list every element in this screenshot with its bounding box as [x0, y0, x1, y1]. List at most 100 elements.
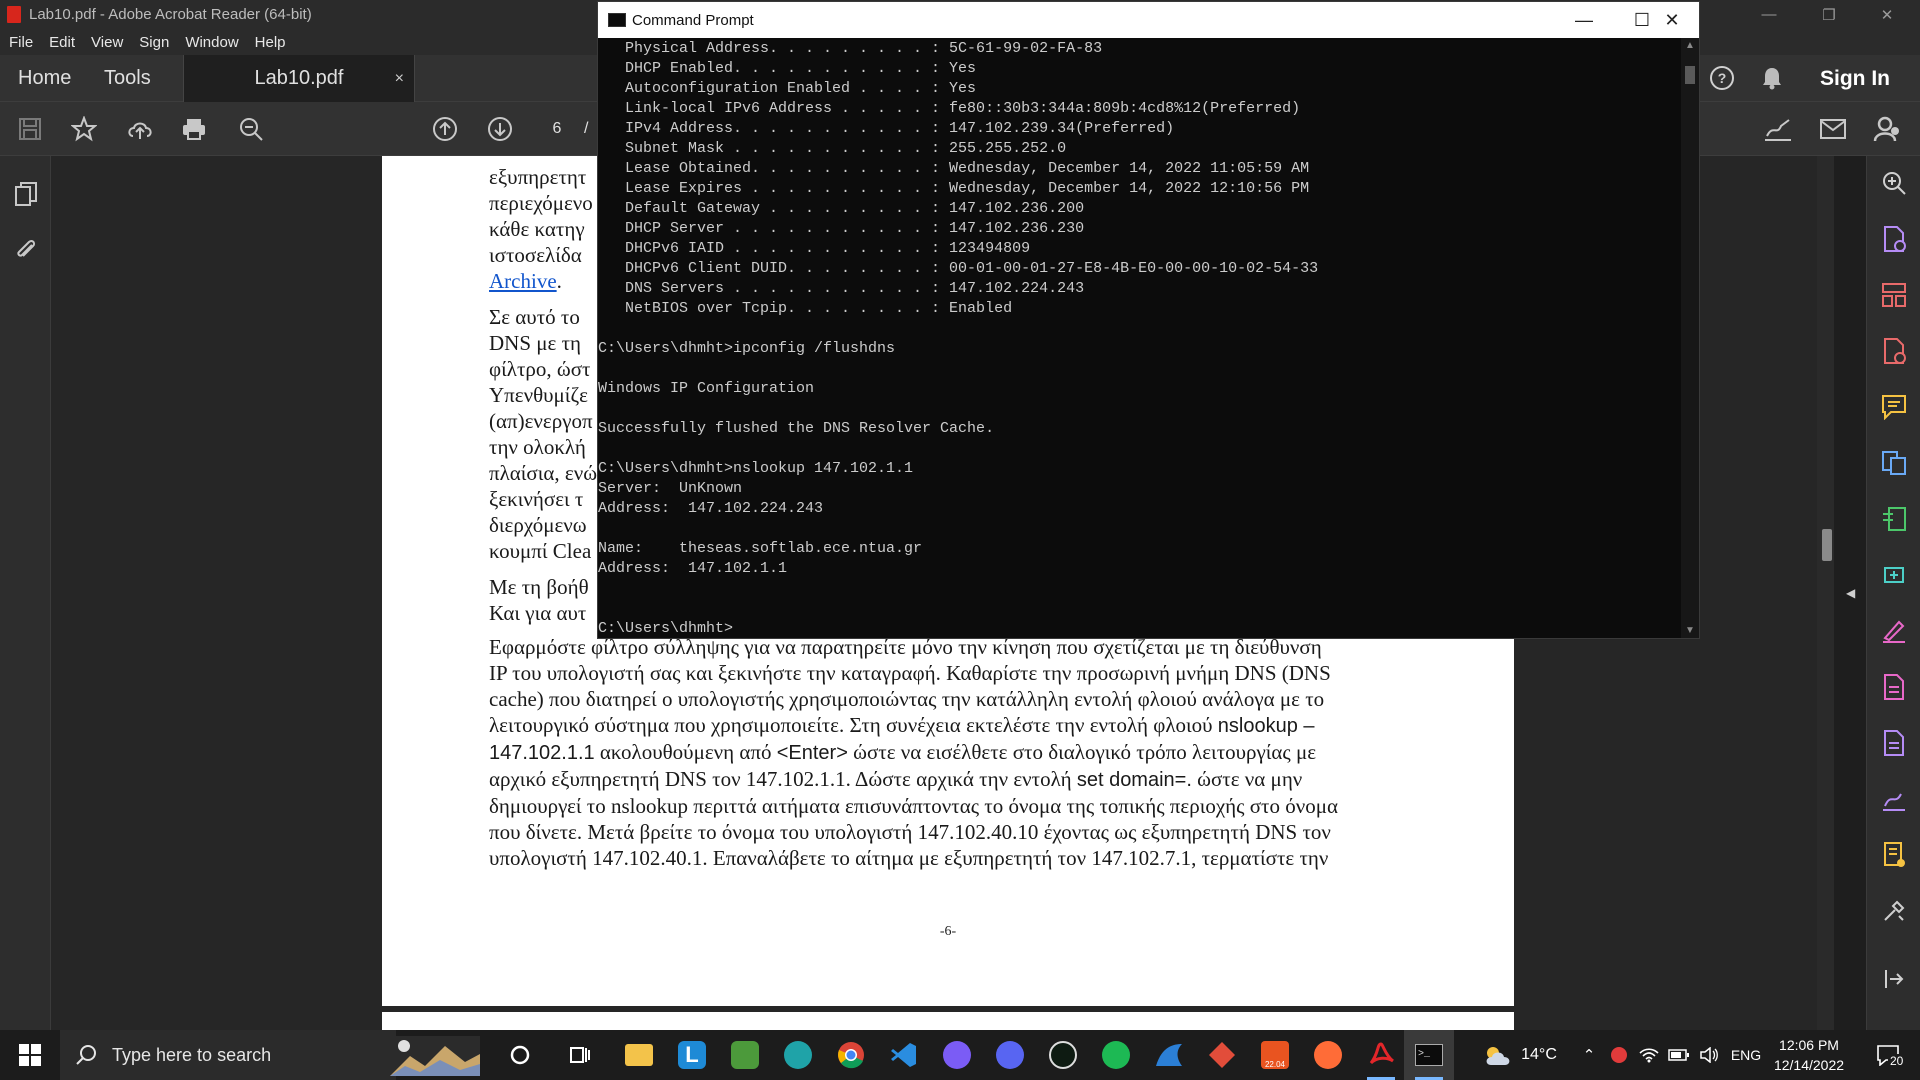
- menu-window[interactable]: Window: [185, 34, 238, 51]
- request-signature-icon[interactable]: [1879, 784, 1909, 814]
- document-scrollbar-thumb[interactable]: [1822, 529, 1832, 561]
- wifi-icon[interactable]: [1636, 1030, 1662, 1080]
- page-number-input[interactable]: 6: [536, 116, 578, 142]
- cmd-minimize-button[interactable]: —: [1555, 2, 1613, 38]
- star-icon[interactable]: [69, 114, 99, 144]
- cmd-line: Physical Address. . . . . . . . . : 5C-6…: [598, 40, 1103, 57]
- upload-cloud-icon[interactable]: [125, 114, 155, 144]
- document-scrollbar[interactable]: [1817, 156, 1834, 1030]
- taskbar-clock[interactable]: 12:06 PM 12/14/2022: [1764, 1035, 1854, 1075]
- taskbar-chart-app-icon[interactable]: [725, 1030, 765, 1080]
- cmd-scroll-up-icon[interactable]: ▲: [1685, 40, 1695, 51]
- taskbar-search-box[interactable]: Type here to search: [60, 1030, 480, 1080]
- save-icon[interactable]: [15, 114, 45, 144]
- messenger-icon[interactable]: [937, 1030, 977, 1080]
- sign-pen-icon[interactable]: [1762, 114, 1794, 144]
- pdf-next-page: [382, 1012, 1514, 1032]
- cmd-output[interactable]: Physical Address. . . . . . . . . : 5C-6…: [598, 38, 1681, 638]
- export-document-icon[interactable]: [1879, 672, 1909, 702]
- compress-pdf-icon[interactable]: [1879, 560, 1909, 590]
- fill-sign-icon[interactable]: [1879, 616, 1909, 646]
- mail-icon[interactable]: [1817, 114, 1849, 144]
- volume-icon[interactable]: [1696, 1030, 1722, 1080]
- cmd-line: Subnet Mask . . . . . . . . . . . : 255.…: [598, 140, 1067, 157]
- spotify-icon[interactable]: [1096, 1030, 1136, 1080]
- git-icon[interactable]: [1202, 1030, 1242, 1080]
- help-icon[interactable]: ?: [1707, 63, 1737, 93]
- archive-link[interactable]: Archive: [489, 269, 557, 293]
- cmd-line: DHCPv6 Client DUID. . . . . . . . : 00-0…: [598, 260, 1319, 277]
- zoom-out-icon[interactable]: [236, 114, 266, 144]
- menu-help[interactable]: Help: [255, 34, 286, 51]
- search-zoom-icon[interactable]: [1879, 168, 1909, 198]
- acrobat-close-button[interactable]: ✕: [1864, 0, 1910, 29]
- command-prompt-taskbar-icon[interactable]: >_: [1404, 1030, 1454, 1080]
- scan-ocr-icon[interactable]: [1879, 840, 1909, 870]
- cloud-weather-icon: [1486, 1047, 1510, 1065]
- next-page-icon[interactable]: [485, 114, 515, 144]
- chrome-browser-icon[interactable]: [831, 1030, 871, 1080]
- taskbar-app-l-icon[interactable]: L: [672, 1030, 712, 1080]
- command-prompt-window[interactable]: Command Prompt — ☐ ✕ Physical Address. .…: [597, 1, 1700, 639]
- cmd-scroll-down-icon[interactable]: ▼: [1685, 625, 1695, 636]
- notification-center-button[interactable]: 20: [1866, 1030, 1910, 1080]
- bell-icon[interactable]: [1757, 63, 1787, 93]
- vscode-icon[interactable]: [884, 1030, 924, 1080]
- edge-browser-icon[interactable]: [778, 1030, 818, 1080]
- attachment-paperclip-icon[interactable]: [12, 236, 40, 264]
- show-hidden-icons-chevron-icon[interactable]: ⌃: [1578, 1030, 1600, 1080]
- input-language-indicator[interactable]: ENG: [1726, 1030, 1766, 1080]
- export-pdf-icon[interactable]: [1879, 224, 1909, 254]
- menu-view[interactable]: View: [91, 34, 123, 51]
- task-view-icon[interactable]: [560, 1030, 600, 1080]
- acrobat-window-title: Lab10.pdf - Adobe Acrobat Reader (64-bit…: [29, 6, 312, 23]
- edit-pdf-icon[interactable]: [1879, 504, 1909, 534]
- cmd-window-title: Command Prompt: [632, 11, 754, 29]
- create-pdf-icon[interactable]: [1879, 336, 1909, 366]
- wireshark-icon[interactable]: [1149, 1030, 1189, 1080]
- pdf-period: .: [556, 269, 562, 293]
- mongodb-compass-icon[interactable]: [1043, 1030, 1083, 1080]
- tab-tools[interactable]: Tools: [104, 55, 151, 102]
- pdf-line: δημιουργεί το nslookup περιττά αιτήματα …: [489, 794, 1338, 818]
- combine-files-icon[interactable]: [1879, 448, 1909, 478]
- cmd-line: DHCP Enabled. . . . . . . . . . . : Yes: [598, 60, 977, 77]
- discord-icon[interactable]: [990, 1030, 1030, 1080]
- protect-document-icon[interactable]: [1879, 728, 1909, 758]
- ubuntu-icon[interactable]: 22.04: [1255, 1030, 1295, 1080]
- menu-file[interactable]: File: [9, 34, 33, 51]
- pdf-line: IP του υπολογιστή σας και ξεκινήστε την …: [489, 661, 1331, 685]
- organize-pages-icon[interactable]: [1879, 280, 1909, 310]
- collapse-tools-panel-icon[interactable]: [1879, 964, 1909, 994]
- menu-edit[interactable]: Edit: [49, 34, 75, 51]
- comment-icon[interactable]: [1879, 392, 1909, 422]
- print-icon[interactable]: [179, 114, 209, 144]
- sign-in-button[interactable]: Sign In: [1820, 55, 1890, 102]
- windows-start-button[interactable]: [8, 1030, 52, 1080]
- cortana-icon[interactable]: [500, 1030, 540, 1080]
- battery-icon[interactable]: [1666, 1030, 1692, 1080]
- acrobat-restore-button[interactable]: ❐: [1806, 0, 1852, 29]
- cmd-scrollbar-thumb[interactable]: [1685, 66, 1695, 84]
- page-thumbnails-icon[interactable]: [12, 180, 40, 208]
- acrobat-reader-taskbar-icon[interactable]: [1361, 1030, 1401, 1080]
- tray-network-alert-icon[interactable]: [1606, 1030, 1632, 1080]
- tab-close-icon[interactable]: ×: [395, 70, 404, 88]
- cmd-app-icon: [608, 13, 626, 27]
- acrobat-minimize-button[interactable]: —: [1746, 0, 1792, 29]
- postman-icon[interactable]: [1308, 1030, 1348, 1080]
- tab-home[interactable]: Home: [18, 55, 71, 102]
- weather-widget[interactable]: 14°C: [1478, 1030, 1562, 1080]
- cmd-close-button[interactable]: ✕: [1643, 2, 1701, 38]
- menu-sign[interactable]: Sign: [139, 34, 169, 51]
- cmd-prompt-line[interactable]: C:\Users\dhmht>: [598, 619, 733, 638]
- previous-page-icon[interactable]: [430, 114, 460, 144]
- file-explorer-icon[interactable]: [619, 1030, 659, 1080]
- more-tools-icon[interactable]: [1879, 896, 1909, 926]
- right-panel-collapse-icon[interactable]: ◀: [1846, 586, 1855, 600]
- tab-document[interactable]: Lab10.pdf ×: [183, 55, 415, 102]
- cmd-title-bar[interactable]: Command Prompt — ☐ ✕: [598, 2, 1699, 38]
- share-user-icon[interactable]: [1871, 114, 1903, 144]
- cmd-scrollbar[interactable]: ▲ ▼: [1681, 38, 1699, 638]
- taskbar-search-placeholder: Type here to search: [112, 1044, 272, 1065]
